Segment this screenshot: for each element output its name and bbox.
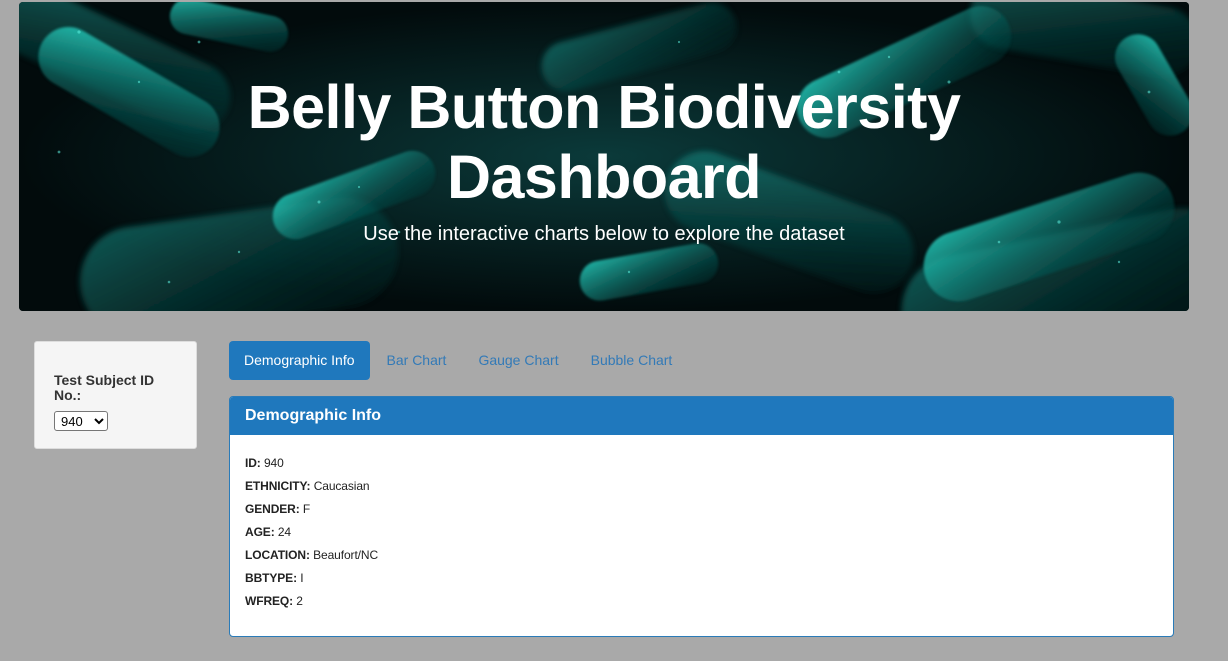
demographic-info-body: ID: 940 ETHNICITY: Caucasian GENDER: F A…: [230, 435, 1173, 617]
info-key: LOCATION:: [245, 548, 310, 562]
demographic-info-panel: Demographic Info ID: 940 ETHNICITY: Cauc…: [229, 396, 1174, 637]
subject-id-label: Test Subject ID No.:: [54, 372, 155, 403]
info-value: Caucasian: [313, 479, 370, 493]
info-key: AGE:: [245, 525, 275, 539]
page-subtitle: Use the interactive charts below to expl…: [363, 223, 845, 245]
info-value: 940: [263, 456, 284, 470]
tab-bar-chart[interactable]: Bar Chart: [372, 341, 462, 380]
info-key: BBTYPE:: [245, 571, 297, 585]
info-row-ethnicity: ETHNICITY: Caucasian: [245, 479, 1158, 502]
subject-id-dropdown[interactable]: 940: [54, 411, 108, 431]
info-value: 24: [277, 525, 291, 539]
tab-bar: Demographic Info Bar Chart Gauge Chart B…: [229, 341, 689, 380]
info-key: GENDER:: [245, 502, 300, 516]
demographic-info-heading: Demographic Info: [230, 397, 1173, 435]
info-key: WFREQ:: [245, 594, 294, 608]
info-row-gender: GENDER: F: [245, 502, 1158, 525]
page-title-line-1: Belly Button Biodiversity: [247, 73, 961, 141]
info-value: 2: [296, 594, 303, 608]
tab-gauge-chart[interactable]: Gauge Chart: [463, 341, 573, 380]
page-title-line-2: Dashboard: [446, 143, 762, 211]
page-title: Belly Button Biodiversity Dashboard: [19, 72, 1189, 212]
info-value: Beaufort/NC: [313, 548, 379, 562]
tab-demographic-info[interactable]: Demographic Info: [229, 341, 370, 380]
info-value: I: [300, 571, 304, 585]
tab-bubble-chart[interactable]: Bubble Chart: [576, 341, 688, 380]
subject-selector-panel: Test Subject ID No.: 940: [34, 341, 197, 449]
info-value: F: [302, 502, 311, 516]
info-row-wfreq: WFREQ: 2: [245, 594, 1158, 617]
info-row-location: LOCATION: Beaufort/NC: [245, 548, 1158, 571]
info-row-age: AGE: 24: [245, 525, 1158, 548]
hero-banner: Belly Button Biodiversity Dashboard Use …: [19, 2, 1189, 311]
info-row-bbtype: BBTYPE: I: [245, 571, 1158, 594]
info-row-id: ID: 940: [245, 456, 1158, 479]
info-key: ETHNICITY:: [245, 479, 311, 493]
info-key: ID:: [245, 456, 261, 470]
